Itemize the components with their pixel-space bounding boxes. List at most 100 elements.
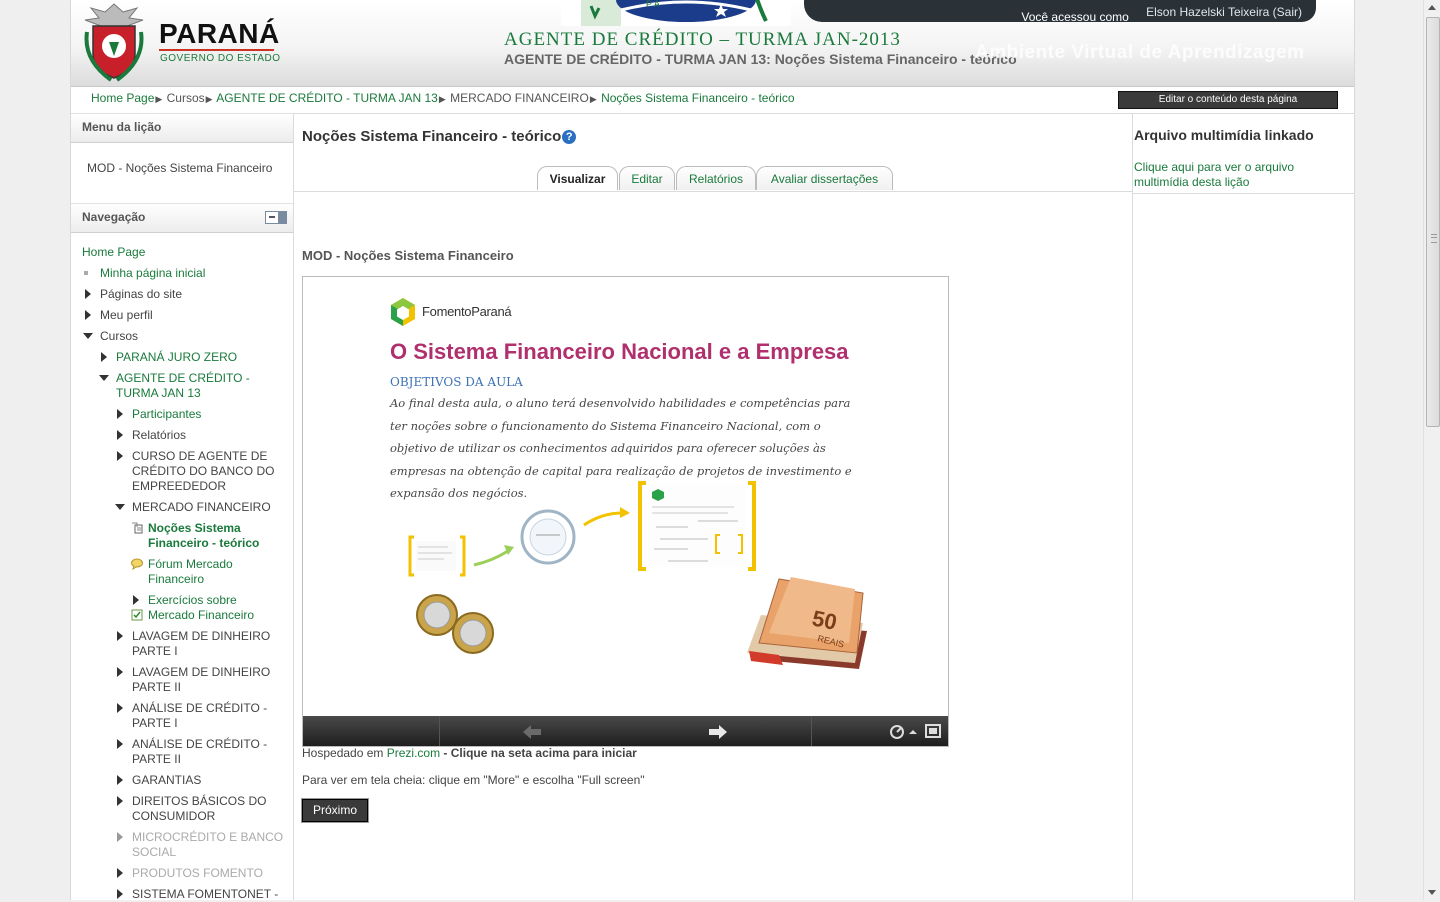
tab-editar[interactable]: Editar: [619, 166, 675, 190]
nav-item-label: Home Page: [82, 245, 146, 259]
expand-arrow-icon[interactable]: [85, 310, 91, 320]
expand-arrow-icon[interactable]: [117, 430, 123, 440]
collapse-arrow-icon[interactable]: [115, 504, 125, 510]
breadcrumb-separator-icon: ▶: [205, 94, 213, 104]
parana-wordmark: PARANÁ: [159, 18, 280, 49]
slide-flow-diagram: [408, 481, 756, 577]
breadcrumb-lesson[interactable]: Noções Sistema Financeiro - teórico: [601, 91, 794, 105]
parana-crest-logo[interactable]: [81, 2, 147, 82]
nav-item-agente-credito[interactable]: AGENTE DE CRÉDITO - TURMA JAN 13: [71, 371, 266, 401]
expand-arrow-icon[interactable]: [117, 868, 123, 878]
breadcrumb-separator-icon: ▶: [438, 94, 446, 104]
collapse-block-icon[interactable]: [265, 211, 287, 224]
scroll-down-arrow-icon[interactable]: [1428, 890, 1436, 895]
breadcrumb-home[interactable]: Home Page: [91, 91, 154, 105]
expand-arrow-icon[interactable]: [117, 409, 123, 419]
nav-item-label: DIREITOS BÁSICOS DO CONSUMIDOR: [132, 794, 267, 823]
prezi-link[interactable]: Prezi.com: [387, 746, 440, 760]
slide-title: O Sistema Financeiro Nacional e a Empres…: [390, 339, 849, 364]
multimedia-header: Arquivo multimídia linkado: [1134, 127, 1314, 143]
nav-item-parana-juro-zero[interactable]: PARANÁ JURO ZERO: [71, 350, 293, 365]
help-icon[interactable]: ?: [562, 130, 577, 144]
expand-arrow-icon[interactable]: [117, 451, 123, 461]
grip-icon: [1431, 234, 1437, 243]
nav-item-garantias[interactable]: GARANTIAS: [71, 773, 293, 788]
breadcrumb-separator-icon: ▶: [589, 94, 597, 104]
nav-item-reports[interactable]: Relatórios: [71, 428, 293, 443]
prev-arrow-icon[interactable]: [523, 725, 541, 739]
scroll-up-arrow-icon[interactable]: [1428, 5, 1436, 10]
expand-arrow-icon[interactable]: [117, 667, 123, 677]
nav-item-label: MERCADO FINANCEIRO: [132, 500, 271, 514]
nav-item-label: LAVAGEM DE DINHEIRO PARTE II: [132, 665, 271, 694]
tabs-divider: [294, 191, 1132, 192]
next-button[interactable]: Próximo: [301, 798, 369, 823]
nav-item-label: Participantes: [132, 407, 202, 421]
multimedia-link[interactable]: Clique aqui para ver o arquivo multimídi…: [1134, 160, 1324, 190]
nav-item-direitos[interactable]: DIREITOS BÁSICOS DO CONSUMIDOR: [71, 794, 282, 824]
fullscreen-note: Para ver em tela cheia: clique em "More"…: [302, 773, 645, 787]
prezi-embed[interactable]: FomentoParaná O Sistema Financeiro Nacio…: [302, 276, 949, 747]
nav-item-lavagem-1[interactable]: LAVAGEM DE DINHEIRO PARTE I: [71, 629, 282, 659]
nav-item-lavagem-2[interactable]: LAVAGEM DE DINHEIRO PARTE II: [71, 665, 282, 695]
page-title-text: Noções Sistema Financeiro - teórico: [302, 128, 562, 145]
edit-page-button[interactable]: Editar o conteúdo desta página: [1118, 91, 1338, 109]
nav-item-courses[interactable]: Cursos: [71, 329, 293, 344]
expand-arrow-icon[interactable]: [117, 703, 123, 713]
collapse-arrow-icon[interactable]: [99, 375, 109, 381]
nav-item-label: PRODUTOS FOMENTO: [132, 866, 263, 880]
nav-item-microcredito[interactable]: MICROCRÉDITO E BANCO SOCIAL: [71, 830, 287, 860]
nav-item-mercado-financeiro[interactable]: MERCADO FINANCEIRO: [71, 500, 293, 515]
expand-arrow-icon[interactable]: [101, 352, 107, 362]
collapse-arrow-icon[interactable]: [83, 333, 93, 339]
nav-item-label: LAVAGEM DE DINHEIRO PARTE I: [132, 629, 271, 658]
next-arrow-icon[interactable]: [709, 725, 727, 739]
page-scrollbar[interactable]: [1423, 0, 1440, 900]
lesson-menu-link[interactable]: MOD - Noções Sistema Financeiro: [71, 143, 293, 203]
nav-item-exercicios[interactable]: Exercícios sobre Mercado Financeiro: [71, 593, 273, 623]
bullet-icon: [84, 271, 88, 275]
tab-avaliar-dissertacoes[interactable]: Avaliar dissertações: [756, 166, 893, 190]
nav-item-label: SISTEMA FOMENTONET -: [132, 887, 279, 901]
expand-arrow-icon[interactable]: [117, 889, 123, 899]
nav-item-my-profile[interactable]: Meu perfil: [71, 308, 293, 323]
hosted-note: Hospedado em Prezi.com - Clique na seta …: [302, 746, 637, 760]
nav-item-site-pages[interactable]: Páginas do site: [71, 287, 293, 302]
svg-text:50: 50: [810, 605, 839, 635]
fullscreen-icon[interactable]: [925, 724, 941, 738]
bar-divider: [439, 716, 440, 746]
tab-relatorios[interactable]: Relatórios: [676, 166, 756, 190]
expand-arrow-icon[interactable]: [133, 595, 139, 605]
expand-arrow-icon[interactable]: [117, 631, 123, 641]
scrollbar-thumb[interactable]: [1426, 17, 1440, 427]
nav-item-produtos[interactable]: PRODUTOS FOMENTO: [71, 866, 293, 881]
nav-item-forum[interactable]: Fórum Mercado Financeiro: [71, 557, 263, 587]
nav-item-label: Exercícios sobre Mercado Financeiro: [148, 593, 255, 622]
nav-item-my-home[interactable]: Minha página inicial: [71, 266, 293, 281]
expand-arrow-icon[interactable]: [117, 775, 123, 785]
quiz-icon: [131, 609, 143, 621]
expand-arrow-icon[interactable]: [117, 832, 123, 842]
nav-item-label: Cursos: [100, 329, 139, 343]
page-container: PARANÁ GOVERNO DO ESTADO P A Você acesso…: [70, 0, 1355, 901]
navigation-header-label: Navegação: [82, 210, 146, 224]
logout-link[interactable]: (Sair): [1273, 5, 1302, 19]
expand-arrow-icon[interactable]: [85, 289, 91, 299]
hosted-prefix: Hospedado em: [302, 746, 387, 760]
user-profile-link[interactable]: Elson Hazelski Teixeira: [1146, 5, 1269, 19]
tab-visualizar[interactable]: Visualizar: [537, 166, 618, 190]
nav-item-nocoes-current[interactable]: Noções Sistema Financeiro - teórico: [71, 521, 263, 551]
breadcrumb-section: MERCADO FINANCEIRO: [450, 91, 589, 105]
nav-item-participants[interactable]: Participantes: [71, 407, 293, 422]
more-options-icon[interactable]: [889, 724, 917, 740]
nav-item-label: ANÁLISE DE CRÉDITO - PARTE I: [132, 701, 268, 730]
expand-arrow-icon[interactable]: [117, 739, 123, 749]
nav-item-label: Relatórios: [132, 428, 187, 442]
breadcrumb-course[interactable]: AGENTE DE CRÉDITO - TURMA JAN 13: [216, 91, 438, 105]
nav-item-label: Noções Sistema Financeiro - teórico: [148, 521, 260, 550]
nav-item-curso-agente[interactable]: CURSO DE AGENTE DE CRÉDITO DO BANCO DO E…: [71, 449, 282, 494]
nav-item-analise-2[interactable]: ANÁLISE DE CRÉDITO - PARTE II: [71, 737, 282, 767]
nav-item-home[interactable]: Home Page: [71, 245, 293, 260]
expand-arrow-icon[interactable]: [117, 796, 123, 806]
nav-item-analise-1[interactable]: ANÁLISE DE CRÉDITO - PARTE I: [71, 701, 282, 731]
